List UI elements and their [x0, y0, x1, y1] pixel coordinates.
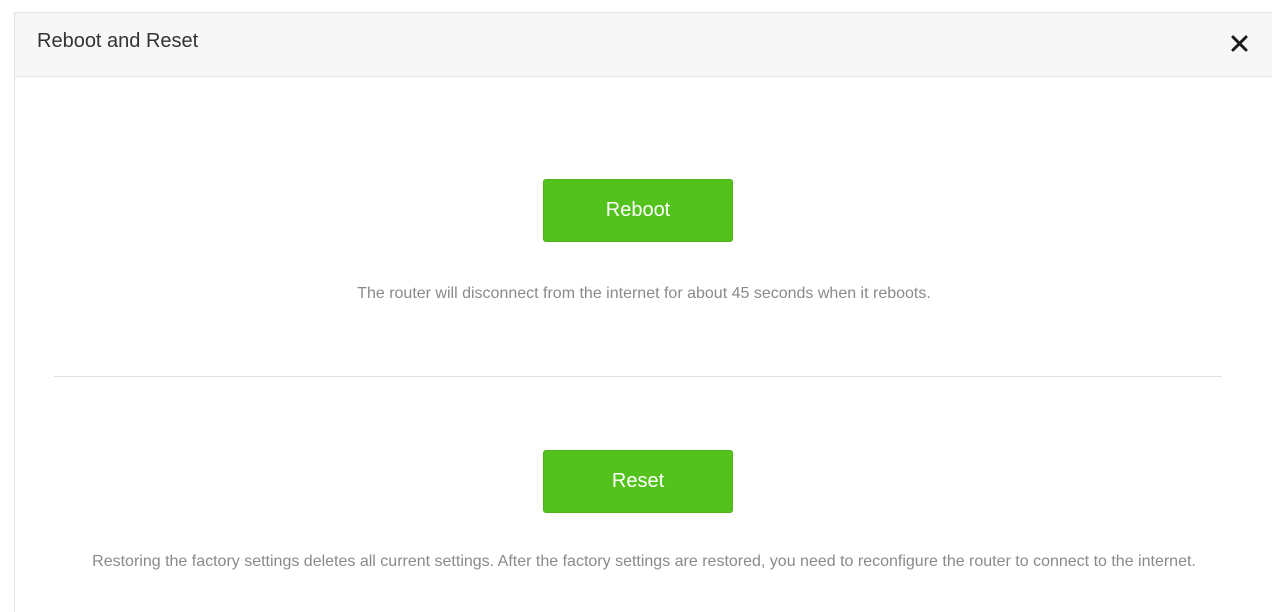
- reset-description: Restoring the factory settings deletes a…: [92, 553, 1196, 570]
- dialog-title: Reboot and Reset: [37, 30, 199, 52]
- reboot-reset-dialog: Reboot and Reset Reboot The router will …: [14, 12, 1272, 612]
- divider: [54, 376, 1222, 377]
- dialog-header: Reboot and Reset: [15, 13, 1272, 77]
- reset-button[interactable]: Reset: [543, 450, 733, 513]
- close-button[interactable]: [1226, 29, 1254, 57]
- reboot-button[interactable]: Reboot: [543, 179, 733, 242]
- close-icon: [1231, 35, 1248, 52]
- reboot-description: The router will disconnect from the inte…: [357, 285, 931, 302]
